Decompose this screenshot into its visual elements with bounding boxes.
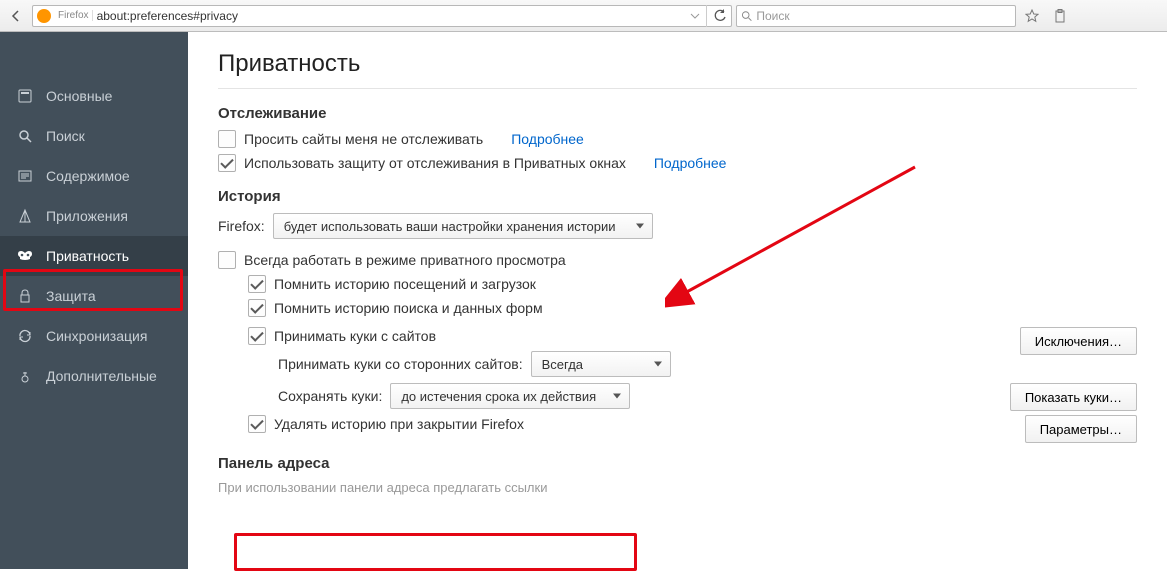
addressbar-heading: Панель адреса <box>218 455 1137 472</box>
addressbar-truncated: При использовании панели адреса предлага… <box>218 480 1137 495</box>
apps-icon <box>16 207 34 225</box>
sync-icon <box>16 327 34 345</box>
page-title: Приватность <box>218 50 1137 89</box>
history-mode-select[interactable]: будет использовать ваши настройки хранен… <box>273 213 653 239</box>
third-party-select[interactable]: Всегда <box>531 351 671 377</box>
identity-label: Firefox <box>55 10 93 21</box>
show-cookies-button[interactable]: Показать куки… <box>1010 383 1137 411</box>
search-bar[interactable] <box>736 5 1016 27</box>
keep-until-value: до истечения срока их действия <box>401 389 596 404</box>
tracking-heading: Отслеживание <box>218 105 1137 122</box>
sidebar-item-advanced[interactable]: Дополнительные <box>0 356 188 396</box>
settings-content: Приватность Отслеживание Просить сайты м… <box>188 32 1167 569</box>
browser-toolbar: Firefox about:preferences#privacy <box>0 0 1167 32</box>
dnt-checkbox[interactable] <box>218 130 236 148</box>
sidebar-item-applications[interactable]: Приложения <box>0 196 188 236</box>
remember-forms-checkbox[interactable] <box>248 299 266 317</box>
keep-until-select[interactable]: до истечения срока их действия <box>390 383 630 409</box>
dnt-more-link[interactable]: Подробнее <box>511 131 584 147</box>
tracking-protection-label: Использовать защиту от отслеживания в Пр… <box>244 155 626 171</box>
url-bar[interactable]: Firefox about:preferences#privacy <box>32 5 732 27</box>
sidebar-item-label: Основные <box>46 88 112 104</box>
history-heading: История <box>218 188 1137 205</box>
sidebar-item-label: Защита <box>46 288 96 304</box>
remember-browsing-checkbox[interactable] <box>248 275 266 293</box>
sidebar-item-label: Содержимое <box>46 168 130 184</box>
history-mode-value: будет использовать ваши настройки хранен… <box>284 219 616 234</box>
sidebar-item-search[interactable]: Поиск <box>0 116 188 156</box>
tracking-protection-checkbox[interactable] <box>218 154 236 172</box>
third-party-label: Принимать куки со сторонних сайтов: <box>278 356 523 372</box>
sidebar-item-label: Синхронизация <box>46 328 147 344</box>
clear-settings-button[interactable]: Параметры… <box>1025 415 1137 443</box>
always-private-label: Всегда работать в режиме приватного прос… <box>244 252 566 268</box>
exceptions-button[interactable]: Исключения… <box>1020 327 1137 355</box>
sidebar-item-label: Приватность <box>46 248 129 264</box>
keep-until-label: Сохранять куки: <box>278 388 382 404</box>
search-icon <box>16 127 34 145</box>
third-party-value: Всегда <box>542 357 583 372</box>
remember-browsing-label: Помнить историю посещений и загрузок <box>274 276 536 292</box>
sidebar-item-label: Поиск <box>46 128 85 144</box>
sidebar-item-sync[interactable]: Синхронизация <box>0 316 188 356</box>
dropdown-icon[interactable] <box>690 11 700 21</box>
dnt-label: Просить сайты меня не отслеживать <box>244 131 483 147</box>
settings-sidebar: Основные Поиск Содержимое Приложения При… <box>0 32 188 569</box>
sidebar-item-security[interactable]: Защита <box>0 276 188 316</box>
search-icon <box>741 10 752 22</box>
sidebar-item-label: Приложения <box>46 208 128 224</box>
url-text: about:preferences#privacy <box>97 9 686 23</box>
remember-forms-label: Помнить историю поиска и данных форм <box>274 300 543 316</box>
clipboard-icon[interactable] <box>1048 4 1072 28</box>
always-private-checkbox[interactable] <box>218 251 236 269</box>
clear-on-close-checkbox[interactable] <box>248 415 266 433</box>
security-icon <box>16 287 34 305</box>
privacy-icon <box>16 247 34 265</box>
clear-on-close-label: Удалять историю при закрытии Firefox <box>274 416 524 432</box>
accept-cookies-label: Принимать куки с сайтов <box>274 328 436 344</box>
advanced-icon <box>16 367 34 385</box>
general-icon <box>16 87 34 105</box>
back-button[interactable] <box>4 4 28 28</box>
content-icon <box>16 167 34 185</box>
search-input[interactable] <box>756 9 1011 23</box>
firefox-icon <box>37 9 51 23</box>
sidebar-item-content[interactable]: Содержимое <box>0 156 188 196</box>
sidebar-item-label: Дополнительные <box>46 368 157 384</box>
accept-cookies-checkbox[interactable] <box>248 327 266 345</box>
bookmark-star-icon[interactable] <box>1020 4 1044 28</box>
sidebar-item-privacy[interactable]: Приватность <box>0 236 188 276</box>
reload-icon[interactable] <box>713 9 727 23</box>
tracking-protection-more-link[interactable]: Подробнее <box>654 155 727 171</box>
sidebar-item-general[interactable]: Основные <box>0 76 188 116</box>
firefox-label: Firefox: <box>218 218 265 234</box>
